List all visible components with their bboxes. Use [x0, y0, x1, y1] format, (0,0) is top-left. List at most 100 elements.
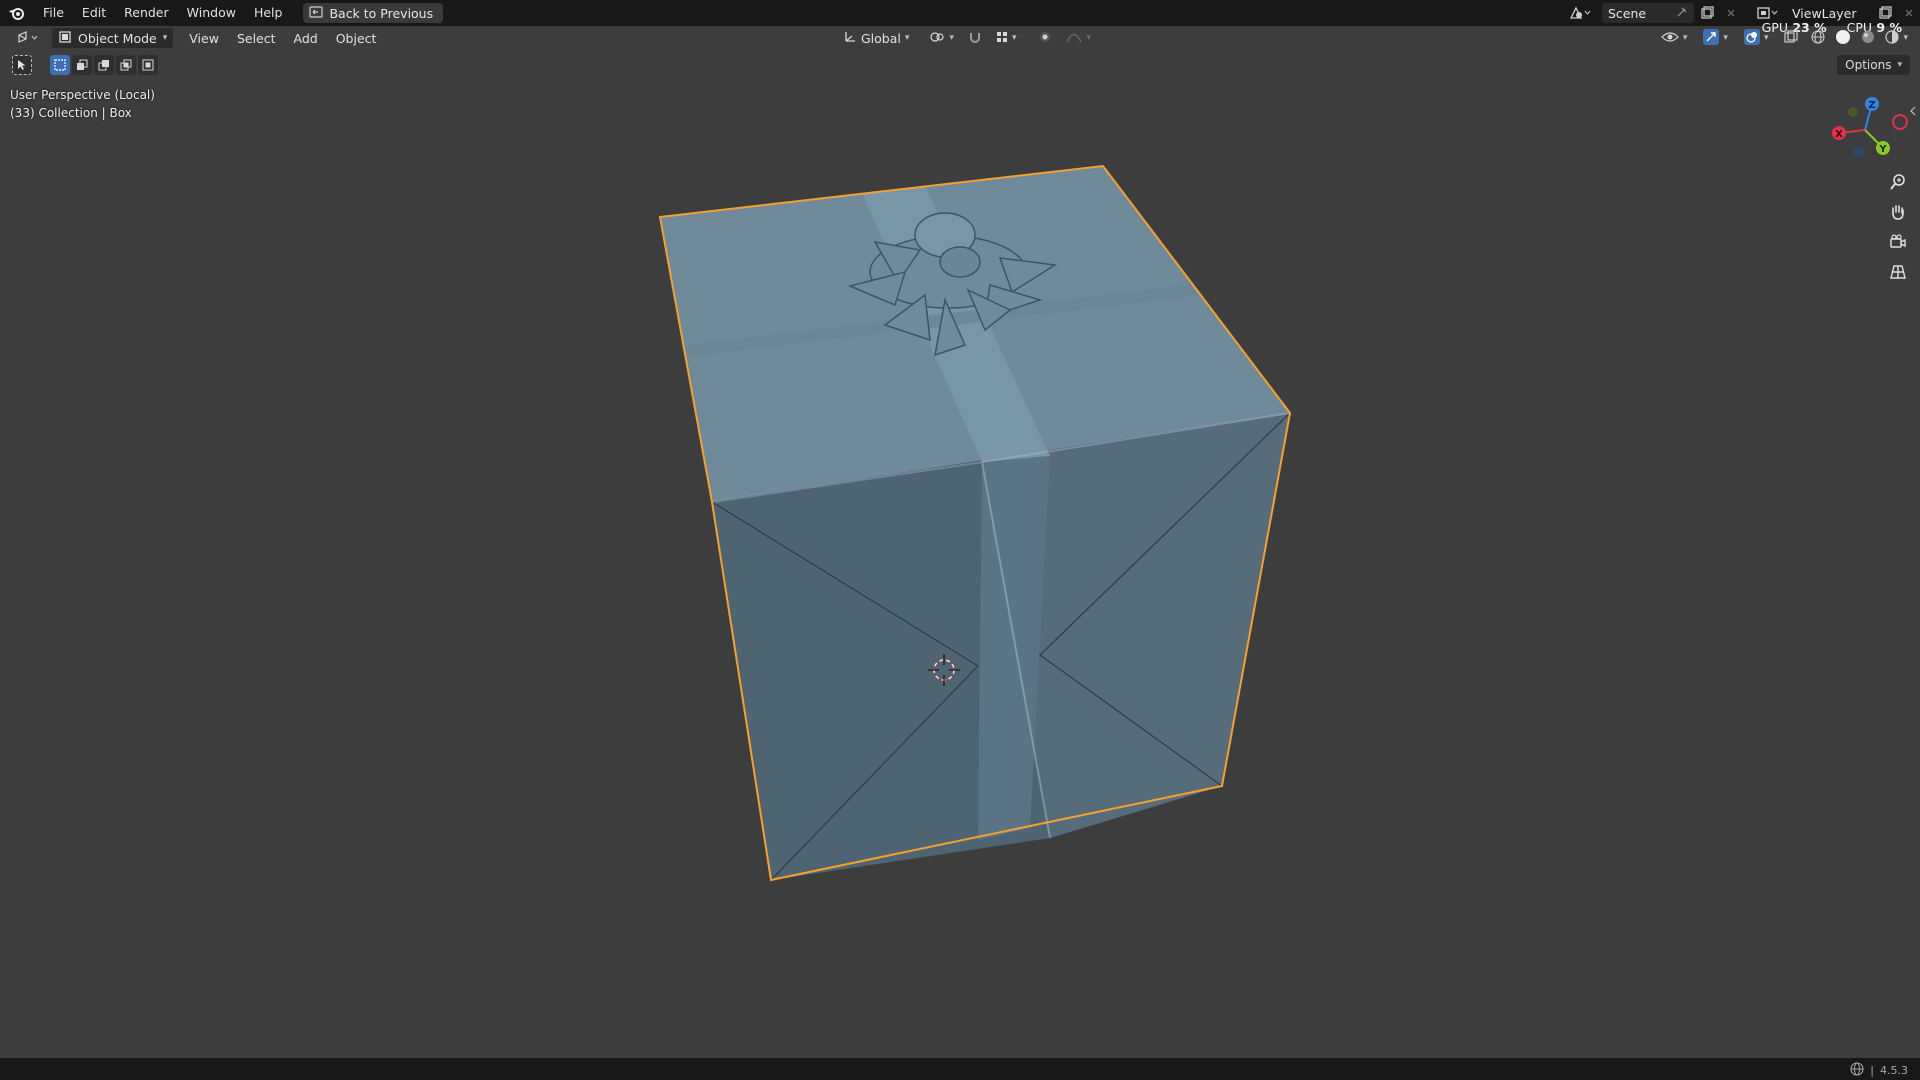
ribbon-top-vertical [862, 186, 1050, 462]
gizmo-neg-x-axis [1892, 114, 1908, 130]
select-mode-new-button[interactable] [50, 55, 70, 75]
chevron-down-icon: ▾ [904, 33, 910, 43]
back-to-previous-button[interactable]: Back to Previous [303, 3, 444, 23]
active-collection-label: (33) Collection | Box [10, 106, 132, 120]
version-label: 4.5.3 [1880, 1064, 1908, 1077]
box-top-face [660, 166, 1290, 502]
object-mode-dropdown[interactable]: Object Mode ▾ [52, 28, 174, 48]
shading-solid-button[interactable] [1833, 28, 1853, 48]
transform-orientation-dropdown[interactable]: Global ▾ [838, 28, 914, 48]
navigation-gizmo[interactable]: Z Y X [1815, 90, 1915, 170]
back-arrow-icon [309, 5, 324, 21]
orientation-axes-icon [843, 30, 857, 47]
scene-name-field[interactable]: Scene [1602, 3, 1694, 23]
chevron-down-icon: ▾ [1897, 60, 1902, 70]
viewport-shading-tools: ▾ ▾ ▾ ▾ [1656, 28, 1910, 48]
status-version: | 4.5.3 [1850, 1062, 1908, 1079]
chevron-down-icon: ▾ [1723, 33, 1728, 43]
snap-toggle[interactable] [963, 28, 987, 48]
delete-scene-icon[interactable] [1720, 3, 1742, 23]
overlays-icon [1743, 28, 1760, 48]
select-mode-invert-button[interactable] [116, 55, 136, 75]
chevron-down-icon: ▾ [1903, 33, 1908, 43]
menu-object[interactable]: Object [330, 28, 383, 48]
chevron-down-icon: ▾ [162, 33, 168, 43]
zoom-magnifier-icon[interactable] [1884, 169, 1912, 195]
select-invert-icon [120, 59, 132, 71]
select-mode-extend-button[interactable] [72, 55, 92, 75]
wrap-fold-lines [711, 412, 1291, 881]
proportional-edit-icon [1038, 30, 1052, 47]
pivot-icon [929, 30, 945, 47]
wireframe-sphere-icon [1811, 29, 1826, 47]
shading-material-button[interactable] [1859, 28, 1877, 48]
top-bar: File Edit Render Window Help Back to Pre… [0, 0, 1920, 26]
material-sphere-icon [1861, 30, 1875, 47]
falloff-dropdown[interactable]: ▾ [1061, 28, 1096, 48]
snap-target-dropdown[interactable]: ▾ [991, 28, 1022, 48]
select-mode-intersect-button[interactable] [138, 55, 158, 75]
options-dropdown[interactable]: Options ▾ [1837, 55, 1910, 75]
3d-cursor-icon [928, 654, 960, 686]
pin-icon[interactable] [1676, 6, 1688, 21]
gizmo-toggle[interactable]: ▾ [1698, 28, 1733, 48]
proportional-editing-toggle[interactable] [1033, 28, 1057, 48]
gift-bow [847, 212, 1058, 357]
view-perspective-label: User Perspective (Local) [10, 88, 155, 102]
chevron-down-icon: ▾ [949, 33, 954, 43]
overlays-toggle[interactable]: ▾ [1739, 28, 1774, 48]
transform-tools: Global ▾ ▾ ▾ ▾ [838, 28, 1096, 48]
collapse-sidebar-icon[interactable] [1906, 98, 1920, 124]
status-bar [0, 1058, 1920, 1080]
chevron-down-icon: ▾ [1011, 33, 1017, 43]
menu-view[interactable]: View [183, 28, 225, 48]
object-visibility-dropdown[interactable]: ▾ [1656, 28, 1693, 48]
network-globe-icon[interactable] [1850, 1062, 1864, 1079]
shading-rendered-button[interactable]: ▾ [1883, 28, 1910, 48]
select-mode-subtract-button[interactable] [94, 55, 114, 75]
chevron-down-icon: ▾ [1086, 33, 1091, 43]
blender-logo-icon[interactable] [0, 0, 34, 26]
cursor-arrow-icon [18, 60, 26, 70]
menu-file[interactable]: File [34, 0, 73, 26]
gizmo-neg-y-axis [1848, 107, 1858, 117]
select-tool-button[interactable] [12, 55, 32, 75]
selection-outline [658, 164, 1292, 882]
falloff-curve-icon [1066, 31, 1083, 46]
box-right-face [982, 413, 1290, 838]
select-intersect-icon [142, 59, 154, 71]
menu-edit[interactable]: Edit [73, 0, 115, 26]
pivot-point-dropdown[interactable]: ▾ [924, 28, 959, 48]
menu-add[interactable]: Add [288, 28, 324, 48]
box-front-face [712, 462, 1050, 880]
pan-hand-icon[interactable] [1884, 199, 1912, 225]
shading-wireframe-button[interactable] [1809, 28, 1827, 48]
menu-select[interactable]: Select [231, 28, 282, 48]
gizmo-neg-z-axis [1853, 146, 1865, 158]
gizmo-icon [1703, 28, 1720, 48]
viewport-3d-scene[interactable] [0, 0, 1920, 1080]
chevron-down-icon: ▾ [1682, 33, 1688, 43]
scene-type-icon[interactable] [1562, 3, 1598, 23]
editor-type-button[interactable] [10, 28, 48, 48]
back-to-previous-label: Back to Previous [329, 5, 434, 21]
eye-icon [1661, 31, 1679, 46]
svg-text:X: X [1835, 129, 1843, 140]
xray-toggle[interactable] [1779, 28, 1803, 48]
select-new-icon [54, 59, 66, 71]
menu-render[interactable]: Render [115, 0, 178, 26]
menu-help[interactable]: Help [245, 0, 292, 26]
ribbon-top-horizontal [684, 284, 1198, 357]
object-mode-icon [58, 30, 72, 47]
perspective-grid-icon[interactable] [1884, 259, 1912, 285]
chevron-down-icon: ▾ [1763, 33, 1769, 43]
snap-grid-icon [996, 31, 1008, 46]
rendered-sphere-icon [1885, 29, 1900, 47]
svg-text:Y: Y [1878, 144, 1887, 155]
camera-view-icon[interactable] [1884, 229, 1912, 255]
new-scene-icon[interactable] [1694, 3, 1720, 23]
tool-settings-row [12, 54, 158, 76]
select-extend-icon [77, 59, 88, 70]
magnet-icon [968, 30, 982, 47]
menu-window[interactable]: Window [178, 0, 245, 26]
